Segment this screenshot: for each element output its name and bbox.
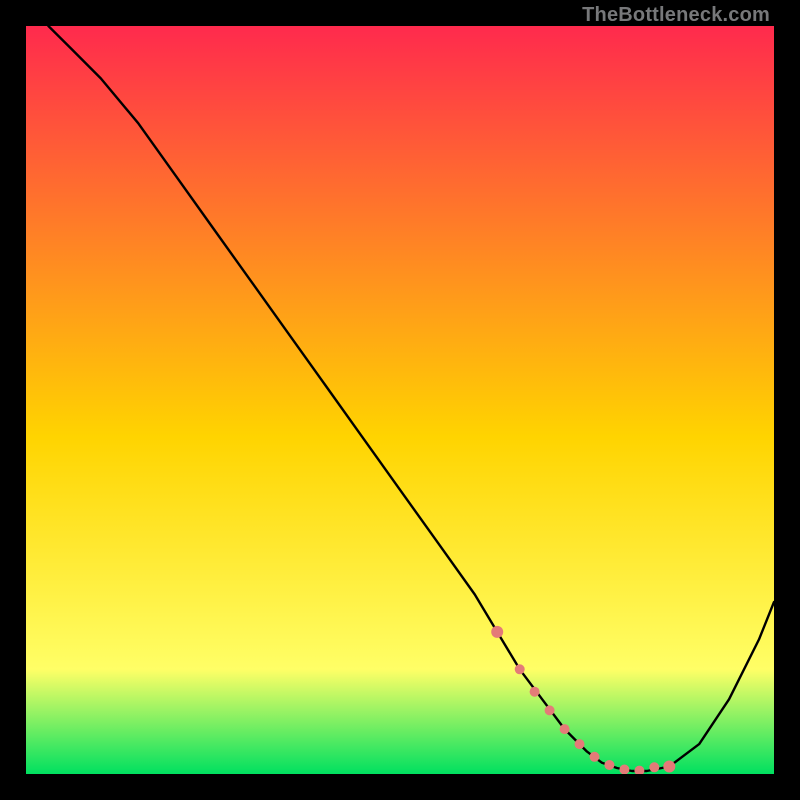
bottleneck-chart — [26, 26, 774, 774]
attribution-text: TheBottleneck.com — [582, 4, 770, 27]
optimal-marker — [530, 687, 540, 697]
optimal-marker — [560, 724, 570, 734]
optimal-marker — [604, 760, 614, 770]
optimal-marker — [545, 705, 555, 715]
optimal-marker — [663, 761, 675, 773]
optimal-marker — [515, 664, 525, 674]
optimal-marker — [575, 739, 585, 749]
optimal-marker — [590, 752, 600, 762]
optimal-marker — [649, 762, 659, 772]
chart-frame — [26, 26, 774, 774]
optimal-marker — [491, 626, 503, 638]
gradient-background — [26, 26, 774, 774]
